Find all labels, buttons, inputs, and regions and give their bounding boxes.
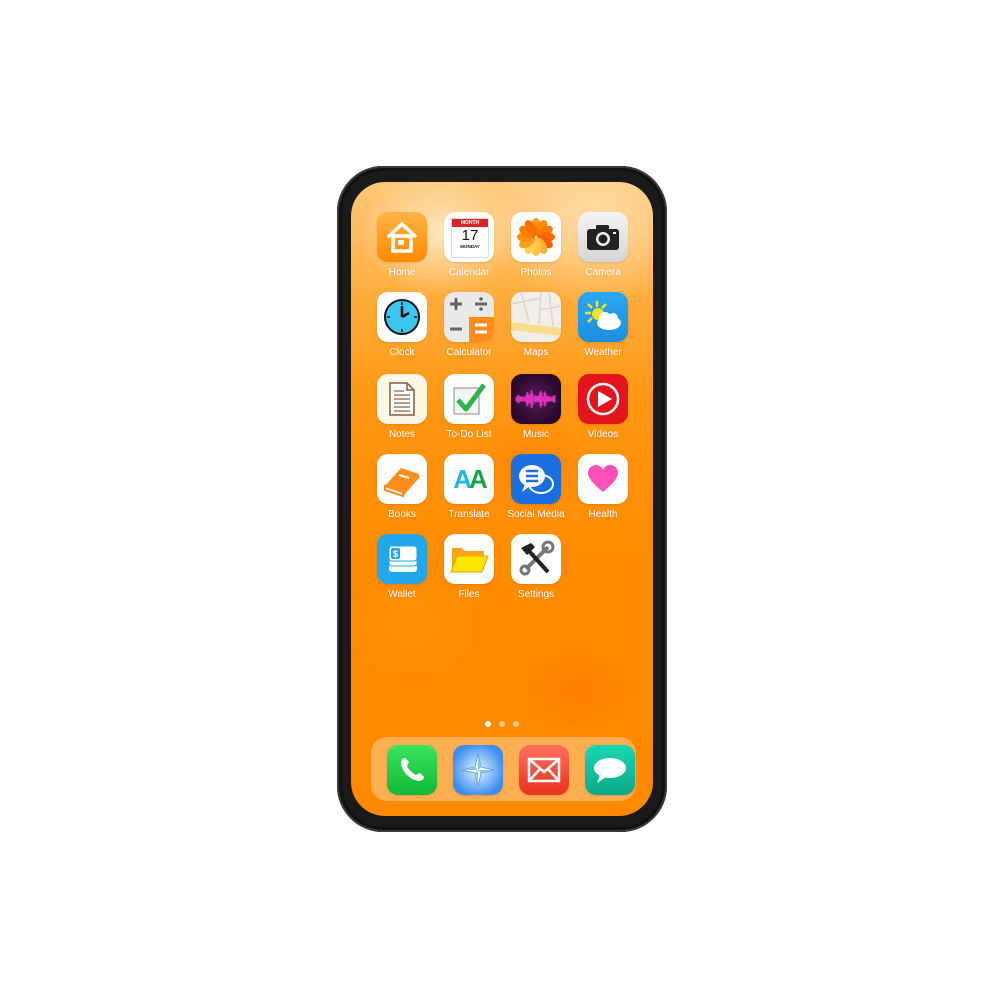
house-icon	[377, 212, 427, 262]
app-label: Camera	[585, 267, 621, 278]
app-files[interactable]: Files	[436, 534, 502, 600]
photos-flower-icon	[511, 212, 561, 262]
map-icon	[511, 292, 561, 342]
compass-icon	[453, 745, 503, 795]
book-icon	[377, 454, 427, 504]
translate-glyph-a2: A	[469, 463, 488, 494]
calculator-icon	[444, 292, 494, 342]
translate-glyph-a1: A	[453, 463, 472, 494]
app-label: Calculator	[446, 347, 492, 358]
app-translate[interactable]: AA Translate	[436, 454, 502, 520]
app-label: To-Do List	[446, 429, 492, 440]
translate-aa-icon: AA	[444, 454, 494, 504]
wallet-cash-icon: $	[377, 534, 427, 584]
soundwave-icon	[511, 374, 561, 424]
calendar-month: MONTH	[452, 219, 488, 227]
app-weather[interactable]: Weather	[570, 292, 636, 358]
app-photos[interactable]: Photos	[503, 212, 569, 278]
dock-app-phone[interactable]	[379, 745, 445, 795]
app-label: Translate	[448, 509, 490, 520]
chat-bubbles-icon	[511, 454, 561, 504]
calendar-weekday: MONDAY	[460, 244, 480, 249]
page-dot-3[interactable]	[513, 721, 520, 727]
phone-frame: Home MONTH 17 MONDAY Calendar Photos Cam…	[337, 166, 667, 832]
app-label: Videos	[587, 429, 619, 440]
app-label: Music	[522, 429, 550, 440]
app-label: Clock	[389, 347, 415, 358]
calendar-day: 17	[461, 227, 479, 244]
page-indicator[interactable]	[351, 714, 653, 732]
dock-app-mail[interactable]	[511, 745, 577, 795]
app-home[interactable]: Home	[369, 212, 435, 278]
sun-cloud-icon	[578, 292, 628, 342]
envelope-icon	[519, 745, 569, 795]
app-label: Books	[388, 509, 416, 520]
app-music[interactable]: Music	[503, 374, 569, 440]
app-label: Photos	[520, 267, 552, 278]
checkmark-icon	[444, 374, 494, 424]
app-label: Social Media	[507, 509, 565, 520]
message-bubble-icon	[585, 745, 635, 795]
app-calculator[interactable]: Calculator	[436, 292, 502, 358]
app-label: Files	[458, 589, 480, 600]
app-settings[interactable]: Settings	[503, 534, 569, 600]
app-label: Weather	[584, 347, 622, 358]
app-maps[interactable]: Maps	[503, 292, 569, 358]
heart-icon	[578, 454, 628, 504]
phone-icon	[387, 745, 437, 795]
app-camera[interactable]: Camera	[570, 212, 636, 278]
app-social-media[interactable]: Social Media	[503, 454, 569, 520]
play-icon	[578, 374, 628, 424]
app-calendar[interactable]: MONTH 17 MONDAY Calendar	[436, 212, 502, 278]
hammer-wrench-icon	[511, 534, 561, 584]
dock-app-safari[interactable]	[445, 745, 511, 795]
wallet-dollar-glyph: $	[393, 549, 398, 559]
app-videos[interactable]: Videos	[570, 374, 636, 440]
app-notes[interactable]: Notes	[369, 374, 435, 440]
camera-icon	[578, 212, 628, 262]
app-health[interactable]: Health	[570, 454, 636, 520]
folder-icon	[444, 534, 494, 584]
page-dot-1[interactable]	[484, 721, 491, 727]
app-wallet[interactable]: $ Wallet	[369, 534, 435, 600]
app-books[interactable]: Books	[369, 454, 435, 520]
app-label: Wallet	[388, 589, 416, 600]
app-clock[interactable]: Clock	[369, 292, 435, 358]
app-label: Home	[388, 267, 416, 278]
dock	[371, 737, 636, 801]
home-screen: Home MONTH 17 MONDAY Calendar Photos Cam…	[351, 182, 653, 816]
page-dot-2[interactable]	[499, 721, 505, 727]
clock-icon	[377, 292, 427, 342]
dock-app-messages[interactable]	[577, 745, 643, 795]
app-todo[interactable]: To-Do List	[436, 374, 502, 440]
document-icon	[377, 374, 427, 424]
app-label: Health	[588, 509, 618, 520]
app-label: Maps	[523, 347, 549, 358]
app-label: Notes	[388, 429, 416, 440]
app-label: Settings	[517, 589, 555, 600]
app-label: Calendar	[448, 267, 490, 278]
calendar-icon: MONTH 17 MONDAY	[444, 212, 494, 262]
